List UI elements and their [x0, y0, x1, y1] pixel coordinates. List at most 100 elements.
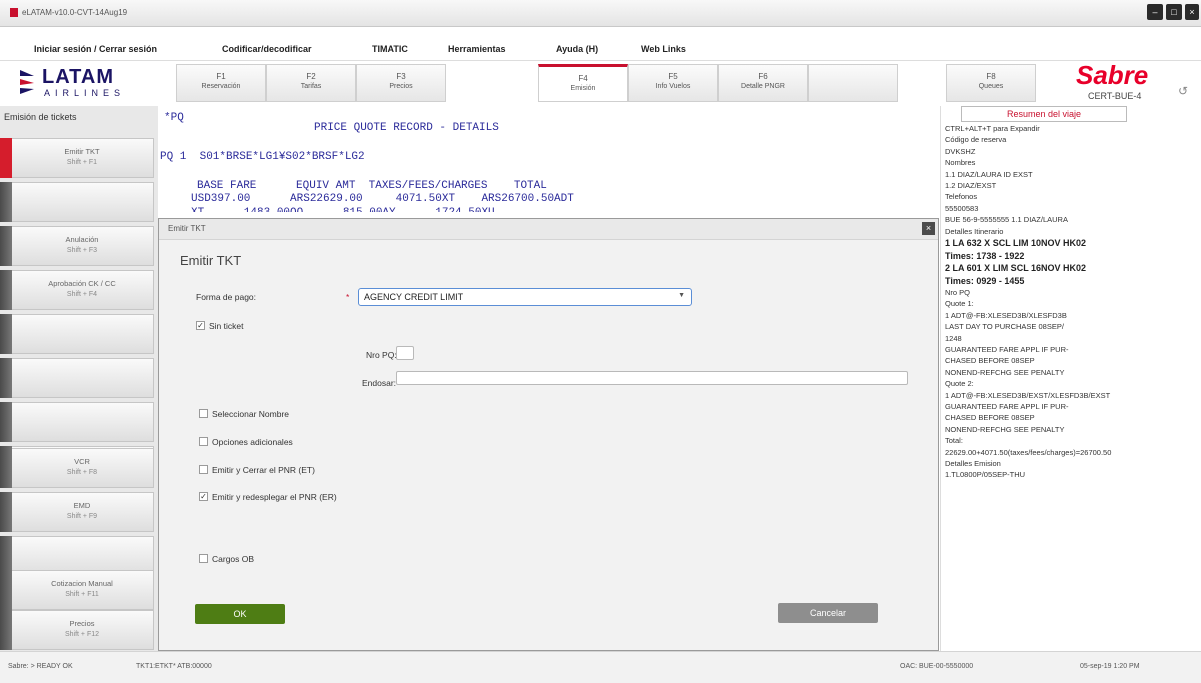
emitir-tkt-dialog: Emitir TKT ×	[158, 218, 939, 651]
status-ticket: TKT1:ETKT* ATB:00000	[136, 663, 212, 670]
terminal-line: USD397.00 ARS22629.00 4071.50XT ARS26700…	[191, 193, 574, 205]
window-title: eLATAM-v10.0-CVT-14Aug19	[22, 8, 128, 17]
sidebar-item-shortcut: Shift + F1	[66, 159, 98, 166]
sidebar-item-aprobacion[interactable]: Aprobación CK / CC Shift + F4	[0, 270, 154, 310]
dialog-title: Emitir TKT	[168, 224, 206, 233]
sidebar-edge	[0, 492, 12, 532]
menu-encode-decode[interactable]: Codificar/decodificar	[222, 44, 312, 54]
sidebar-edge	[0, 270, 12, 310]
tab-f6-detalle-pngr[interactable]: F6 Detalle PNGR	[718, 64, 808, 102]
sidebar-item-empty[interactable]	[0, 182, 154, 222]
sidebar-edge	[0, 226, 12, 266]
tab-f2-tarifas[interactable]: F2 Tarifas	[266, 64, 356, 102]
sabre-wordmark: Sabre	[1076, 60, 1149, 90]
trip-summary-line: 1 LA 632 X SCL LIM 10NOV HK02	[945, 238, 1087, 248]
trip-summary-line: 1.2 DIAZ/EXST	[945, 181, 997, 190]
sidebar-edge	[0, 402, 12, 442]
trip-summary-line: Detalles Emision	[945, 459, 1001, 468]
trip-summary-line: 1.TL0800P/05SEP-THU	[945, 470, 1026, 480]
trip-summary-line: Times: 1738 - 1922	[945, 250, 1025, 261]
trip-summary-line: 1248	[945, 333, 962, 343]
sidebar-item-label: Anulación	[65, 235, 99, 244]
tab-f1-reservacion[interactable]: F1 Reservación	[176, 64, 266, 102]
sidebar-edge	[0, 448, 12, 488]
status-datetime: 05-sep-19 1:20 PM	[1080, 663, 1140, 670]
opciones-adicionales-checkbox[interactable]	[199, 437, 208, 446]
sidebar-item-vcr[interactable]: VCR Shift + F8	[0, 448, 154, 488]
forma-de-pago-value: AGENCY CREDIT LIMIT	[364, 292, 464, 302]
trip-summary-line: Código de reserva	[945, 135, 1007, 145]
trip-summary-line: 1.1 DIAZ/LAURA ID EXST	[945, 169, 1033, 179]
refresh-icon[interactable]: ↺	[1178, 84, 1188, 98]
emitir-cerrar-pnr-checkbox[interactable]	[199, 465, 208, 474]
menu-login[interactable]: Iniciar sesión / Cerrar sesión	[34, 44, 157, 54]
trip-summary-line: 22629.00+4071.50(taxes/fees/charges)=267…	[945, 447, 1112, 457]
forma-de-pago-label: Forma de pago:	[196, 292, 257, 302]
sidebar-item-cotizacion-manual[interactable]: Cotizacion Manual Shift + F11	[0, 570, 154, 610]
dialog-close-button[interactable]: ×	[922, 222, 935, 235]
tab-f3-precios[interactable]: F3 Precios	[356, 64, 446, 102]
forma-de-pago-select[interactable]: AGENCY CREDIT LIMIT ▼	[358, 288, 692, 306]
menu-timatic[interactable]: TIMATIC	[372, 44, 408, 54]
sidebar-edge	[0, 570, 12, 610]
trip-summary-line: GUARANTEED FARE APPL IF PUR-	[945, 402, 1069, 411]
tab-f7-empty[interactable]	[808, 64, 898, 102]
sin-ticket-checkbox[interactable]: ✓	[196, 321, 205, 330]
tab-key: F6	[758, 72, 768, 81]
tab-label: Reservación	[201, 83, 241, 90]
trip-summary-panel: CTRL+ALT+T para Expandir Código de reserv…	[940, 106, 1201, 651]
opciones-adicionales-label: Opciones adicionales	[212, 437, 293, 447]
endosar-input[interactable]	[396, 371, 908, 385]
trip-summary-line: BUE 56-9-5555555 1.1 DIAZ/LAURA	[945, 215, 1068, 225]
sabre-logo: Sabre CERT-BUE-4 ↺	[1070, 60, 1200, 106]
trip-summary-line: CHASED BEFORE 08SEP	[945, 413, 1035, 423]
sidebar-item-shortcut: Shift + F3	[66, 247, 98, 254]
sidebar-item-label: Precios	[69, 619, 95, 628]
trip-summary-line: Quote 2:	[945, 379, 974, 389]
sidebar-item-label: VCR	[74, 457, 90, 466]
sidebar-item-label: Emitir TKT	[64, 147, 100, 156]
ok-button[interactable]: OK	[195, 604, 285, 624]
required-marker: *	[346, 292, 350, 302]
close-button[interactable]: ×	[1185, 4, 1199, 20]
dialog-heading: Emitir TKT	[180, 253, 242, 268]
sidebar-edge	[0, 182, 12, 222]
sidebar-item-anulacion[interactable]: Anulación Shift + F3	[0, 226, 154, 266]
sidebar-item-shortcut: Shift + F12	[64, 631, 100, 638]
sidebar-edge	[0, 358, 12, 398]
cargos-ob-checkbox[interactable]	[199, 554, 208, 563]
sidebar-item-shortcut: Shift + F9	[66, 513, 98, 520]
sidebar-item-emd[interactable]: EMD Shift + F9	[0, 492, 154, 532]
status-oac: OAC: BUE-00-5550000	[900, 663, 974, 670]
menu-help[interactable]: Ayuda (H)	[556, 44, 598, 54]
title-bar: eLATAM-v10.0-CVT-14Aug19 – □ ×	[0, 0, 1201, 27]
tab-f4-emision[interactable]: F4 Emisión	[538, 64, 628, 102]
nro-pq-input[interactable]	[396, 346, 414, 360]
sidebar-item-emitir-tkt[interactable]: Emitir TKT Shift + F1	[0, 138, 154, 178]
minimize-button[interactable]: –	[1147, 4, 1163, 20]
cancelar-button[interactable]: Cancelar	[778, 603, 878, 623]
maximize-button[interactable]: □	[1166, 4, 1182, 20]
emitir-redesplegar-pnr-checkbox[interactable]: ✓	[199, 492, 208, 501]
status-bar: Sabre: > READY OK TKT1:ETKT* ATB:00000 O…	[0, 651, 1201, 683]
tab-f8-queues[interactable]: F8 Queues	[946, 64, 1036, 102]
sidebar-item-precios[interactable]: Precios Shift + F12	[0, 610, 154, 650]
tab-label: Queues	[978, 83, 1004, 90]
trip-summary-line: CHASED BEFORE 08SEP	[945, 356, 1035, 366]
seleccionar-nombre-checkbox[interactable]	[199, 409, 208, 418]
tab-label: Emisión	[570, 85, 596, 92]
latam-logo: LATAM AIRLINES	[14, 64, 160, 104]
trip-summary-line: Nro PQ	[945, 288, 971, 297]
sidebar-item-empty[interactable]	[0, 358, 154, 398]
sidebar-item-empty[interactable]	[0, 314, 154, 354]
latam-wordmark: LATAM	[42, 66, 115, 88]
menu-tools[interactable]: Herramientas	[448, 44, 506, 54]
terminal-line: PRICE QUOTE RECORD - DETAILS	[314, 122, 499, 134]
trip-summary-line: GUARANTEED FARE APPL IF PUR-	[945, 345, 1069, 354]
sidebar-item-label: EMD	[73, 501, 91, 510]
terminal-line: BASE FARE EQUIV AMT TAXES/FEES/CHARGES T…	[197, 180, 547, 192]
menu-web-links[interactable]: Web Links	[641, 44, 686, 54]
terminal-line: *PQ	[164, 112, 184, 124]
sidebar-item-empty[interactable]	[0, 402, 154, 442]
tab-f5-info-vuelos[interactable]: F5 Info Vuelos	[628, 64, 718, 102]
